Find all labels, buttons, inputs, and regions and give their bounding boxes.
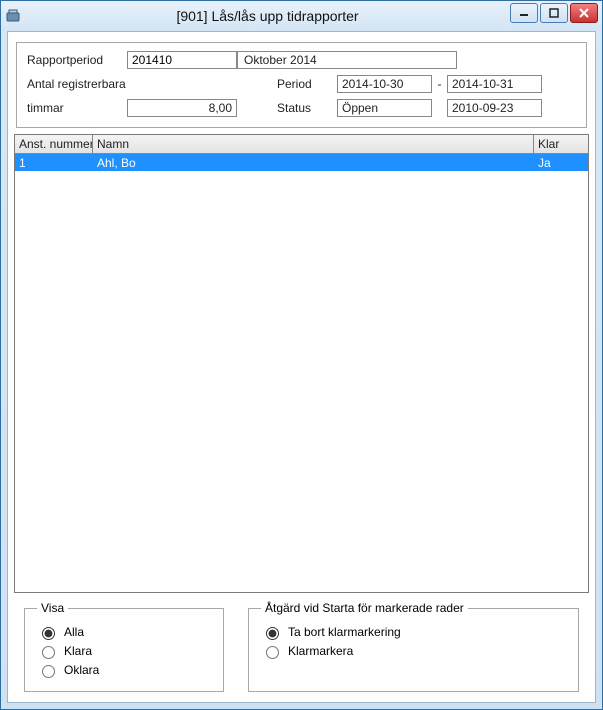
filter-oklara-radio[interactable]	[42, 665, 55, 678]
minimize-button[interactable]	[510, 3, 538, 23]
period-separator: -	[432, 77, 447, 91]
month-display: Oktober 2014	[237, 51, 457, 69]
cell-anst-nummer: 1	[15, 155, 93, 171]
period-to-input[interactable]	[447, 75, 542, 93]
filter-legend: Visa	[37, 601, 68, 615]
col-header-namn[interactable]: Namn	[93, 135, 534, 153]
status-value-input[interactable]	[337, 99, 432, 117]
cell-namn: Ahl, Bo	[93, 155, 534, 171]
close-button[interactable]	[570, 3, 598, 23]
col-header-klar[interactable]: Klar	[534, 135, 588, 153]
table-row[interactable]: 1 Ahl, Bo Ja	[15, 154, 588, 171]
maximize-button[interactable]	[540, 3, 568, 23]
status-label: Status	[277, 101, 337, 115]
antal-label-1: Antal registrerbara	[27, 77, 127, 91]
table-body: 1 Ahl, Bo Ja	[15, 154, 588, 592]
antal-label-2: timmar	[27, 101, 127, 115]
rapportperiod-label: Rapportperiod	[27, 53, 127, 67]
antal-timmar-input[interactable]	[127, 99, 237, 117]
status-date-input[interactable]	[447, 99, 542, 117]
action-mark-radio[interactable]	[266, 646, 279, 659]
filter-group: Visa Alla Klara Oklara	[24, 601, 224, 692]
employee-table: Anst. nummer Namn Klar 1 Ahl, Bo Ja	[14, 134, 589, 593]
bottom-controls: Visa Alla Klara Oklara Åtgärd vid Starta…	[22, 601, 581, 692]
cell-klar: Ja	[534, 155, 588, 171]
col-header-anst-nummer[interactable]: Anst. nummer	[15, 135, 93, 153]
filter-oklara-option[interactable]: Oklara	[37, 662, 211, 678]
app-window: [901] Lås/lås upp tidrapporter Rapportpe…	[0, 0, 603, 710]
client-area: Rapportperiod Oktober 2014 Antal registr…	[7, 31, 596, 703]
action-group: Åtgärd vid Starta för markerade rader Ta…	[248, 601, 579, 692]
rapportperiod-input[interactable]	[127, 51, 237, 69]
table-header: Anst. nummer Namn Klar	[15, 135, 588, 154]
action-remove-option[interactable]: Ta bort klarmarkering	[261, 624, 566, 640]
action-remove-radio[interactable]	[266, 627, 279, 640]
app-icon	[5, 8, 21, 24]
filter-klara-option[interactable]: Klara	[37, 643, 211, 659]
action-mark-option[interactable]: Klarmarkera	[261, 643, 566, 659]
filter-alla-option[interactable]: Alla	[37, 624, 211, 640]
titlebar: [901] Lås/lås upp tidrapporter	[1, 1, 602, 31]
action-legend: Åtgärd vid Starta för markerade rader	[261, 601, 468, 615]
report-period-panel: Rapportperiod Oktober 2014 Antal registr…	[16, 42, 587, 128]
filter-klara-radio[interactable]	[42, 646, 55, 659]
period-label: Period	[277, 77, 337, 91]
period-from-input[interactable]	[337, 75, 432, 93]
filter-alla-radio[interactable]	[42, 627, 55, 640]
